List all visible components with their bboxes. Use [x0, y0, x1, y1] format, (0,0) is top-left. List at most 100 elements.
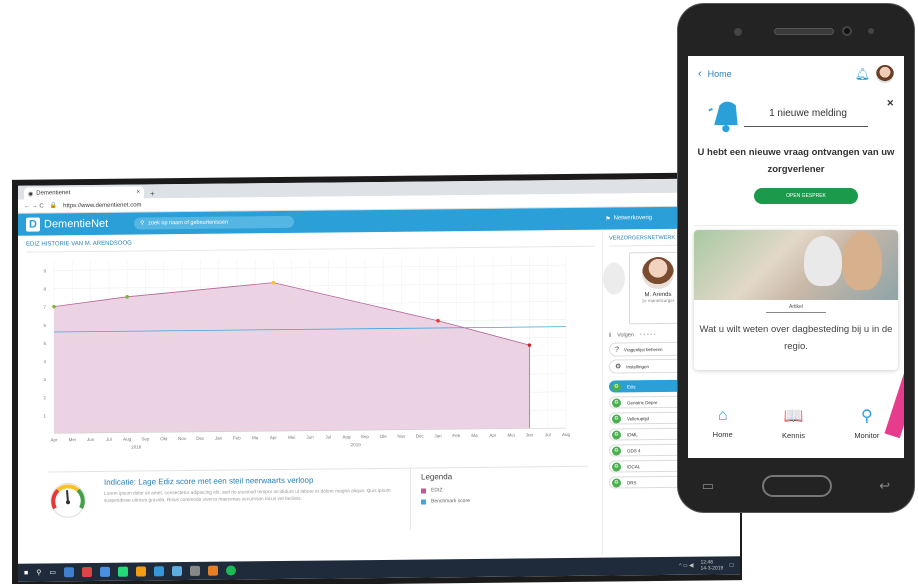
legend-swatch	[421, 498, 426, 505]
nav-knowledge[interactable]: 📖 Kennis	[782, 406, 805, 440]
y-tick-label: 6	[43, 323, 46, 328]
person-shape	[842, 232, 882, 290]
pill-label: IDCAL	[627, 463, 641, 469]
question-icon: ?	[615, 345, 619, 354]
x-tick-label: Jun	[306, 435, 314, 440]
app-icon[interactable]	[100, 566, 110, 577]
notification-icon[interactable]: ▢	[729, 562, 734, 568]
divider	[744, 126, 868, 127]
front-camera-icon	[842, 26, 852, 36]
windows-start-icon[interactable]: ■	[24, 569, 28, 576]
tab-title: Dementienet	[36, 190, 71, 197]
phone-header: ‹ Home 🔔︎	[688, 56, 904, 92]
app-icon[interactable]	[82, 566, 92, 578]
new-tab-button[interactable]: +	[150, 189, 155, 198]
search-placeholder: zoek op naam of gebeurtenissen	[148, 219, 229, 227]
ediz-area	[54, 282, 530, 434]
gauge-icon	[50, 482, 86, 518]
indication-title: Indicatie: Lage Ediz score met een steil…	[104, 475, 314, 487]
legend-label: EDIZ	[431, 487, 443, 494]
tab-close-icon[interactable]: ×	[136, 189, 140, 195]
back-icon[interactable]: ↩	[879, 478, 890, 494]
nav-label: Kennis	[782, 431, 805, 440]
indication-card: Indicatie: Lage Ediz score met een steil…	[48, 465, 588, 534]
dots-icon: • • • • •	[639, 332, 656, 339]
legend: Legenda EDIZ Benchmark score	[410, 467, 560, 530]
app-icon[interactable]	[118, 566, 128, 577]
nav-home[interactable]: ⌂ Home	[713, 407, 733, 439]
notification-message: U hebt een nieuwe vraag ontvangen van uw…	[697, 147, 895, 175]
back-chevron-icon[interactable]: ‹	[698, 68, 702, 80]
recent-apps-icon[interactable]: ▭	[702, 478, 714, 494]
legend-label: Benchmark score	[431, 498, 470, 505]
app-icon[interactable]	[136, 566, 146, 577]
network-overview-link[interactable]: ⚑ Netwerkoverig	[605, 215, 652, 222]
bell-icon[interactable]: 🔔︎	[855, 67, 870, 81]
article-card[interactable]: Artikel Wat u wilt weten over dagbestedi…	[694, 230, 898, 370]
monitor-icon: ⚲	[860, 408, 873, 425]
x-tick-label: Dec	[416, 434, 425, 439]
indication-body: Lorem ipsum dolor sit amet, consectetur …	[104, 488, 391, 504]
x-tick-label: Apr	[489, 433, 497, 438]
main-content: EDIZ HISTORIE VAN M. ARENDSOOG 123456789…	[18, 228, 740, 562]
menu-label: Vragenlijst beheren	[623, 346, 663, 352]
app-title: DementieNet	[44, 217, 109, 231]
legend-title: Legenda	[421, 472, 453, 482]
avatar	[642, 256, 674, 290]
article-tag: Artikel	[789, 304, 803, 310]
y-tick-label: 9	[43, 269, 46, 274]
y-tick-label: 1	[43, 413, 46, 418]
x-tick-label: Aug	[562, 432, 571, 437]
avatar[interactable]	[603, 262, 625, 295]
x-tick-label: Feb	[233, 435, 241, 440]
x-tick-label: Nov	[178, 436, 187, 441]
pill-label: GDS 4	[627, 447, 641, 453]
nav-buttons[interactable]: ← → C	[24, 203, 44, 209]
nav-label: Home	[712, 430, 733, 439]
app-icon[interactable]	[64, 567, 74, 578]
app-icon[interactable]	[172, 566, 182, 577]
lock-icon: 🔒	[49, 203, 58, 210]
legend-swatch	[421, 487, 426, 494]
logo-icon: D	[26, 217, 40, 232]
phone-screen: ‹ Home 🔔︎ ✕ 1 nieuwe melding U hebt een …	[688, 56, 904, 458]
close-icon[interactable]: ✕	[886, 98, 894, 109]
search-input[interactable]: ⚲ zoek op naam of gebeurtenissen	[134, 215, 295, 230]
url-field[interactable]: https://www.dementienet.com	[63, 201, 223, 209]
app-icon[interactable]	[190, 565, 200, 576]
home-button[interactable]	[761, 475, 832, 497]
x-tick-label: Apr	[270, 435, 278, 440]
back-label[interactable]: Home	[708, 69, 732, 79]
status-icon: G	[612, 477, 621, 488]
x-tick-label: Dec	[196, 436, 205, 441]
status-icon: G	[612, 397, 621, 408]
scene: ◉ Dementienet × + ← → C 🔒 https://www.de…	[0, 0, 918, 584]
app-icon[interactable]	[154, 566, 164, 577]
nav-monitor[interactable]: ⚲ Monitor	[854, 406, 879, 440]
app-icon[interactable]	[208, 565, 218, 576]
y-tick-label: 7	[43, 305, 46, 310]
status-icon: G	[612, 429, 621, 440]
browser-tab[interactable]: ◉ Dementienet ×	[24, 186, 144, 200]
pill-label: IDML	[627, 431, 638, 437]
x-tick-label: Mei	[69, 437, 76, 442]
x-tick-label: Sep	[361, 434, 370, 439]
x-tick-label: Jan	[434, 433, 442, 438]
x-tick-label: Nov	[397, 434, 406, 439]
left-pane: EDIZ HISTORIE VAN M. ARENDSOOG 123456789…	[18, 230, 602, 562]
avatar[interactable]	[876, 65, 894, 83]
x-tick-label: Okt	[380, 434, 388, 439]
nav-label: Monitor	[854, 431, 880, 440]
x-tick-label: Feb	[452, 433, 460, 438]
home-icon: ⌂	[717, 407, 728, 424]
open-conversation-button[interactable]: OPEN GESPREK	[754, 188, 858, 204]
sensor-icon	[868, 28, 874, 34]
search-icon[interactable]: ⚲	[36, 569, 41, 577]
pill-label: Ediz	[627, 383, 636, 389]
task-view-icon[interactable]: ▭	[49, 568, 56, 576]
y-tick-label: 3	[43, 377, 46, 382]
x-tick-label: Aug	[123, 437, 132, 442]
app-icon[interactable]	[226, 565, 236, 576]
x-tick-label: Jun	[526, 432, 534, 437]
tray-icons[interactable]: ^ ▭ ◀)	[679, 563, 694, 569]
